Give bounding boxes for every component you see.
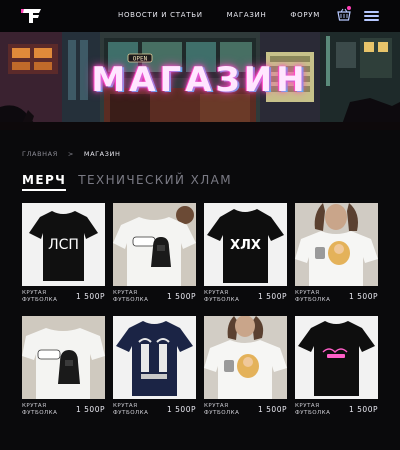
product-name: КРУТАЯ ФУТБОЛКА <box>22 403 58 416</box>
hero-title: МАГАЗИН <box>91 60 309 100</box>
product-name: КРУТАЯ ФУТБОЛКА <box>295 290 331 303</box>
tshirt-portrait-image <box>204 316 287 399</box>
product-image[interactable]: ЛСП <box>22 203 105 286</box>
product-name: КРУТАЯ ФУТБОЛКА <box>113 290 149 303</box>
shirt-print: ХЛХ <box>230 238 261 253</box>
product-card[interactable]: ЛСП КРУТАЯ ФУТБОЛКА 1 500Р <box>22 203 105 306</box>
product-image[interactable]: ХЛХ <box>204 203 287 286</box>
tshirt-vader-image <box>22 316 105 399</box>
tshirt-navy-image <box>116 321 193 396</box>
cart-badge <box>347 6 351 10</box>
tshirt-black-pink-image <box>298 321 375 396</box>
breadcrumb: ГЛАВНАЯ > МАГАЗИН <box>22 150 120 158</box>
product-card[interactable]: КРУТАЯ ФУТБОЛКА 1 500Р <box>22 316 105 419</box>
breadcrumb-current: МАГАЗИН <box>83 150 121 158</box>
hamburger-icon[interactable] <box>364 11 379 21</box>
product-image[interactable] <box>113 203 196 286</box>
nav-link-forum[interactable]: ФОРУМ <box>290 11 320 19</box>
tab-merch[interactable]: МЕРЧ <box>22 173 67 191</box>
breadcrumb-separator: > <box>67 150 74 158</box>
product-name: КРУТАЯ ФУТБОЛКА <box>113 403 149 416</box>
product-price: 1 500Р <box>258 405 287 414</box>
product-price: 1 500Р <box>167 292 196 301</box>
product-card[interactable]: КРУТАЯ ФУТБОЛКА 1 500Р <box>295 316 378 419</box>
product-name: КРУТАЯ ФУТБОЛКА <box>204 290 240 303</box>
product-image[interactable] <box>295 316 378 399</box>
tab-tech-junk[interactable]: ТЕХНИЧЕСКИЙ ХЛАМ <box>78 173 232 191</box>
product-image[interactable] <box>204 316 287 399</box>
shirt-print: ЛСП <box>48 237 79 253</box>
product-price: 1 500Р <box>167 405 196 414</box>
tshirt-portrait-image <box>295 203 378 286</box>
tshirt-black-xlx-image: ХЛХ <box>207 209 284 283</box>
product-price: 1 500Р <box>258 292 287 301</box>
category-tabs: МЕРЧ ТЕХНИЧЕСКИЙ ХЛАМ <box>22 173 232 191</box>
product-card[interactable]: КРУТАЯ ФУТБОЛКА 1 500Р <box>204 316 287 419</box>
product-image[interactable] <box>295 203 378 286</box>
breadcrumb-home[interactable]: ГЛАВНАЯ <box>22 150 58 158</box>
product-price: 1 500Р <box>76 405 105 414</box>
product-card[interactable]: КРУТАЯ ФУТБОЛКА 1 500Р <box>113 316 196 419</box>
product-name: КРУТАЯ ФУТБОЛКА <box>295 403 331 416</box>
nav-link-news[interactable]: НОВОСТИ И СТАТЬИ <box>118 11 203 19</box>
main-nav: НОВОСТИ И СТАТЬИ МАГАЗИН ФОРУМ <box>118 11 320 19</box>
product-image[interactable] <box>113 316 196 399</box>
product-name: КРУТАЯ ФУТБОЛКА <box>204 403 240 416</box>
product-card[interactable]: ХЛХ КРУТАЯ ФУТБОЛКА 1 500Р <box>204 203 287 306</box>
product-card[interactable]: КРУТАЯ ФУТБОЛКА 1 500Р <box>295 203 378 306</box>
cart-icon[interactable] <box>337 8 351 22</box>
product-price: 1 500Р <box>349 405 378 414</box>
product-card[interactable]: КРУТАЯ ФУТБОЛКА 1 500Р <box>113 203 196 306</box>
product-price: 1 500Р <box>349 292 378 301</box>
product-price: 1 500Р <box>76 292 105 301</box>
product-name: КРУТАЯ ФУТБОЛКА <box>22 290 58 303</box>
nav-link-shop[interactable]: МАГАЗИН <box>227 11 267 19</box>
hero-banner: OPEN МАГАЗИН <box>0 32 400 130</box>
logo-icon[interactable] <box>20 8 42 24</box>
site-header: НОВОСТИ И СТАТЬИ МАГАЗИН ФОРУМ <box>0 0 400 32</box>
tshirt-black-image: ЛСП <box>29 211 98 281</box>
tshirt-vader-image <box>113 203 196 286</box>
product-image[interactable] <box>22 316 105 399</box>
